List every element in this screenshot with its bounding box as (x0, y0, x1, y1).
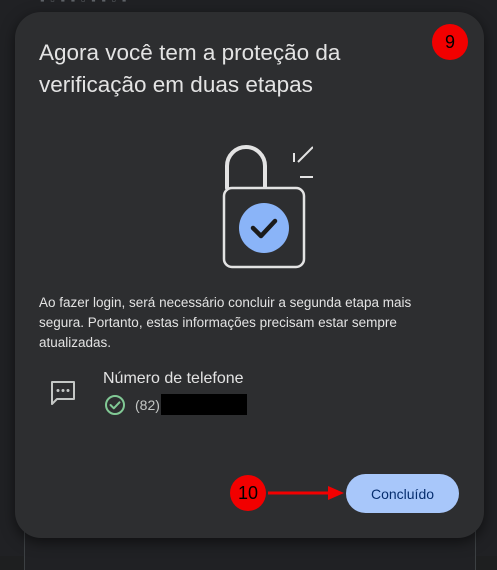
sms-message-icon (51, 381, 75, 405)
verified-check-circle-icon (105, 395, 125, 415)
done-button[interactable]: Concluído (346, 474, 459, 513)
step-badge-9: 9 (432, 24, 468, 60)
annotation-arrow-icon (268, 486, 344, 500)
phone-number-item: Número de telefone (82) (45, 368, 345, 418)
phone-number-prefix: (82) (135, 397, 160, 413)
redacted-phone-number (161, 394, 247, 415)
step-badge-10: 10 (230, 475, 266, 511)
dialog-title: Agora você tem a proteção da verificação… (39, 40, 341, 97)
background-text: ▪ ▫ ▪ ▪ ▫ ▪ ▪ ▫ ▪ (40, 0, 127, 7)
two-step-verification-dialog: Agora você tem a proteção da verificação… (15, 12, 484, 538)
dialog-description: Ao fazer login, será necessário concluir… (39, 295, 412, 350)
padlock-check-icon (222, 145, 313, 269)
phone-number-label: Número de telefone (103, 370, 244, 387)
